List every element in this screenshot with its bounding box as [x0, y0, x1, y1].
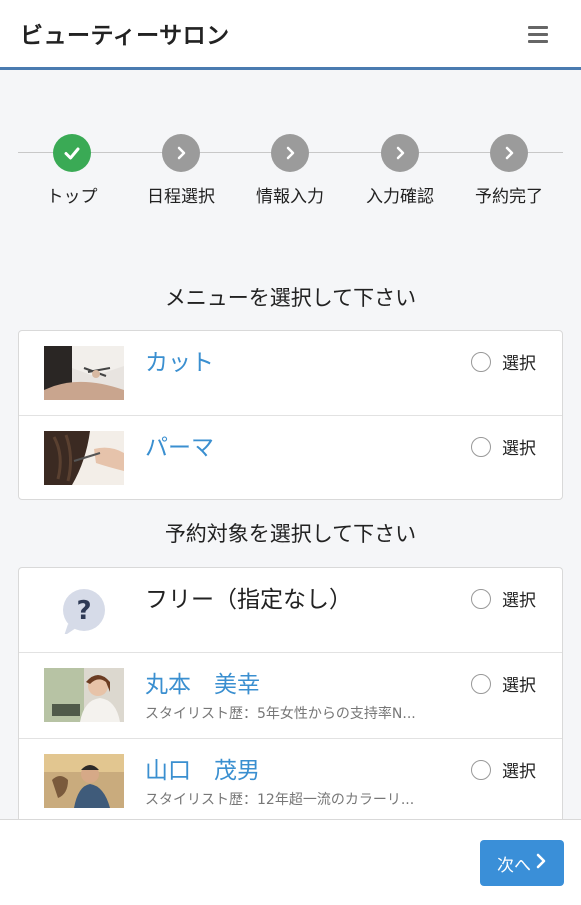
footer-bar: 次へ [0, 819, 581, 905]
step-info-input: 情報入力 [235, 134, 345, 207]
menu-item-name: パーマ [145, 435, 214, 461]
radio-button[interactable] [471, 436, 491, 457]
step-complete: 予約完了 [454, 134, 564, 207]
menu-item-name: カット [145, 350, 214, 376]
chevron-right-icon [490, 134, 528, 172]
menu-list: カット 選択 パーマ 選択 [18, 330, 563, 500]
select-radio-marumoto[interactable]: 選択 [471, 671, 536, 696]
step-label: 日程選択 [147, 187, 215, 207]
staff-item-yamaguchi[interactable]: 山口 茂男 スタイリスト歴：12年超一流のカラーリ... 選択 [19, 739, 562, 829]
app-header: ビューティーサロン [0, 0, 581, 70]
staff-name: 丸本 美幸 [145, 672, 260, 698]
step-label: 情報入力 [256, 187, 324, 207]
check-icon [53, 134, 91, 172]
menu-section-title: メニューを選択して下さい [164, 286, 417, 310]
select-radio-perm[interactable]: 選択 [471, 434, 536, 459]
step-confirm: 入力確認 [345, 134, 455, 207]
step-top: トップ [17, 134, 127, 207]
staff-item-marumoto[interactable]: 丸本 美幸 スタイリスト歴：5年女性からの支持率N... 選択 [19, 653, 562, 739]
question-icon: ? [44, 580, 124, 634]
select-radio-cut[interactable]: 選択 [471, 349, 536, 374]
step-label: 予約完了 [475, 187, 543, 207]
step-schedule: 日程選択 [126, 134, 236, 207]
select-radio-free[interactable]: 選択 [471, 586, 536, 611]
staff-photo [44, 668, 124, 722]
staff-description: スタイリスト歴：12年超一流のカラーリ... [145, 792, 415, 808]
staff-item-free[interactable]: ? フリー（指定なし） 選択 [19, 568, 562, 653]
hamburger-icon-bar [528, 33, 548, 36]
staff-name: 山口 茂男 [145, 758, 260, 784]
staff-name: フリー（指定なし） [145, 587, 352, 613]
hamburger-icon [528, 26, 548, 29]
radio-button[interactable] [471, 588, 491, 609]
chevron-right-icon [381, 134, 419, 172]
select-label: 選択 [502, 591, 536, 611]
radio-button[interactable] [471, 759, 491, 780]
svg-text:?: ? [76, 596, 91, 626]
chevron-right-icon [535, 853, 547, 874]
chevron-right-icon [271, 134, 309, 172]
staff-list: ? フリー（指定なし） 選択 丸本 美幸 スタイリスト歴：5年女性からの支持率N… [18, 567, 563, 829]
radio-button[interactable] [471, 673, 491, 694]
next-label: 次へ [497, 855, 531, 876]
select-label: 選択 [502, 676, 536, 696]
menu-item-perm[interactable]: パーマ 選択 [19, 416, 562, 501]
menu-item-cut[interactable]: カット 選択 [19, 331, 562, 416]
target-section-title: 予約対象を選択して下さい [164, 522, 417, 546]
select-label: 選択 [502, 439, 536, 459]
radio-button[interactable] [471, 351, 491, 372]
chevron-right-icon [162, 134, 200, 172]
step-label: トップ [46, 187, 98, 207]
perm-photo [44, 431, 124, 485]
app-title: ビューティーサロン [20, 23, 230, 49]
cut-photo [44, 346, 124, 400]
next-button[interactable]: 次へ [480, 840, 564, 886]
hamburger-icon-bar [528, 40, 548, 43]
select-label: 選択 [502, 354, 536, 374]
staff-description: スタイリスト歴：5年女性からの支持率N... [145, 706, 416, 722]
progress-stepper: トップ 日程選択 情報入力 入力確認 予約完了 [0, 130, 581, 220]
select-label: 選択 [502, 762, 536, 782]
staff-photo [44, 754, 124, 808]
select-radio-yamaguchi[interactable]: 選択 [471, 757, 536, 782]
step-label: 入力確認 [366, 187, 434, 207]
hamburger-menu-button[interactable] [522, 20, 554, 48]
